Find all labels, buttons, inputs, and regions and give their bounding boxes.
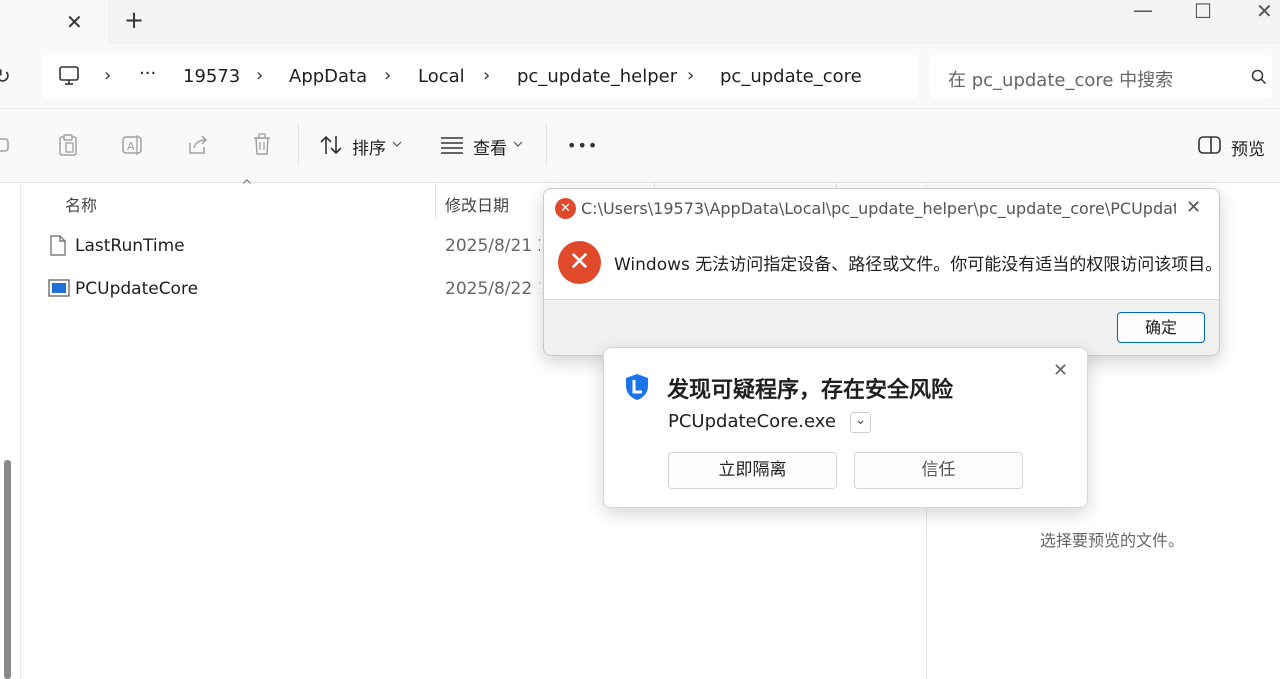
sort-button[interactable]: 排序 xyxy=(352,134,386,159)
search-icon[interactable] xyxy=(1251,69,1267,85)
share-icon[interactable] xyxy=(186,134,208,156)
toolbar-separator xyxy=(298,124,299,166)
security-alert-title: 发现可疑程序，存在安全风险 xyxy=(667,378,954,403)
shield-icon xyxy=(626,374,648,400)
suspicious-file-name: PCUpdateCore.exe xyxy=(668,411,836,432)
close-window-button[interactable]: ✕ xyxy=(1256,1,1273,21)
breadcrumb-separator[interactable]: › xyxy=(256,65,263,86)
file-date: 2025/8/21 2 xyxy=(445,236,540,256)
nav-scrollbar[interactable] xyxy=(4,460,11,679)
chevron-down-icon[interactable] xyxy=(392,140,402,148)
active-tab[interactable] xyxy=(0,0,108,44)
quarantine-button[interactable]: 立即隔离 xyxy=(668,452,837,489)
computer-icon[interactable] xyxy=(58,65,80,87)
security-alert-popup: 发现可疑程序，存在安全风险 ✕ PCUpdateCore.exe ⌄ 立即隔离 … xyxy=(603,347,1088,508)
copy-icon[interactable] xyxy=(0,135,14,155)
search-input[interactable]: 在 pc_update_core 中搜索 xyxy=(948,66,1173,92)
error-message: Windows 无法访问指定设备、路径或文件。你可能没有适当的权限访问该项目。 xyxy=(614,255,1220,275)
file-name[interactable]: LastRunTime xyxy=(75,236,185,256)
maximize-button[interactable]: ☐ xyxy=(1194,1,1212,21)
trust-button[interactable]: 信任 xyxy=(854,452,1023,489)
column-divider[interactable] xyxy=(435,183,436,219)
rename-icon[interactable]: A xyxy=(121,134,145,156)
preview-empty-text: 选择要预览的文件。 xyxy=(1040,531,1185,550)
breadcrumb-separator[interactable]: › xyxy=(384,65,391,86)
refresh-icon[interactable]: ↻ xyxy=(0,64,11,88)
preview-pane-icon[interactable] xyxy=(1198,136,1222,154)
paste-icon[interactable] xyxy=(57,133,79,157)
sort-icon[interactable] xyxy=(319,134,343,156)
expand-details-button[interactable]: ⌄ xyxy=(850,412,871,433)
breadcrumb-19573[interactable]: 19573 xyxy=(183,66,240,87)
error-dialog-title: C:\Users\19573\AppData\Local\pc_update_h… xyxy=(581,199,1176,218)
error-small-icon: ✕ xyxy=(555,198,576,219)
minimize-button[interactable]: — xyxy=(1133,0,1153,20)
app-icon xyxy=(48,279,70,297)
more-options-button[interactable]: ••• xyxy=(567,136,598,155)
column-header-name[interactable]: 名称 xyxy=(65,192,97,216)
title-bar xyxy=(0,0,1280,44)
ok-button[interactable]: 确定 xyxy=(1117,312,1205,343)
file-name[interactable]: PCUpdateCore xyxy=(75,279,198,299)
breadcrumb-pc-update-helper[interactable]: pc_update_helper xyxy=(517,66,677,87)
toolbar-separator xyxy=(546,124,547,166)
error-dialog-close-button[interactable]: ✕ xyxy=(1186,197,1201,218)
breadcrumb-pc-update-core[interactable]: pc_update_core xyxy=(720,66,862,87)
breadcrumb-separator[interactable]: › xyxy=(483,65,490,86)
security-alert-close-button[interactable]: ✕ xyxy=(1053,360,1068,381)
chevron-down-icon[interactable] xyxy=(513,140,523,148)
breadcrumb-appdata[interactable]: AppData xyxy=(289,66,367,87)
breadcrumb-separator[interactable]: › xyxy=(104,65,111,86)
breadcrumb-overflow[interactable]: ··· xyxy=(139,63,156,84)
breadcrumb-local[interactable]: Local xyxy=(418,66,465,87)
breadcrumb-separator[interactable]: › xyxy=(687,65,694,86)
file-icon xyxy=(50,235,66,256)
error-icon: ✕ xyxy=(558,241,601,284)
close-tab-icon[interactable]: ✕ xyxy=(66,12,83,32)
sort-ascending-icon: ^ xyxy=(241,178,253,194)
preview-button[interactable]: 预览 xyxy=(1231,135,1265,160)
delete-icon[interactable] xyxy=(251,133,273,157)
file-date: 2025/8/22 1 xyxy=(445,279,540,299)
view-button[interactable]: 查看 xyxy=(473,134,507,159)
new-tab-button[interactable]: + xyxy=(124,8,144,32)
view-icon[interactable] xyxy=(440,136,464,154)
column-header-modified[interactable]: 修改日期 xyxy=(445,192,509,216)
error-dialog: ✕ C:\Users\19573\AppData\Local\pc_update… xyxy=(543,188,1220,356)
svg-text:A: A xyxy=(127,140,135,153)
